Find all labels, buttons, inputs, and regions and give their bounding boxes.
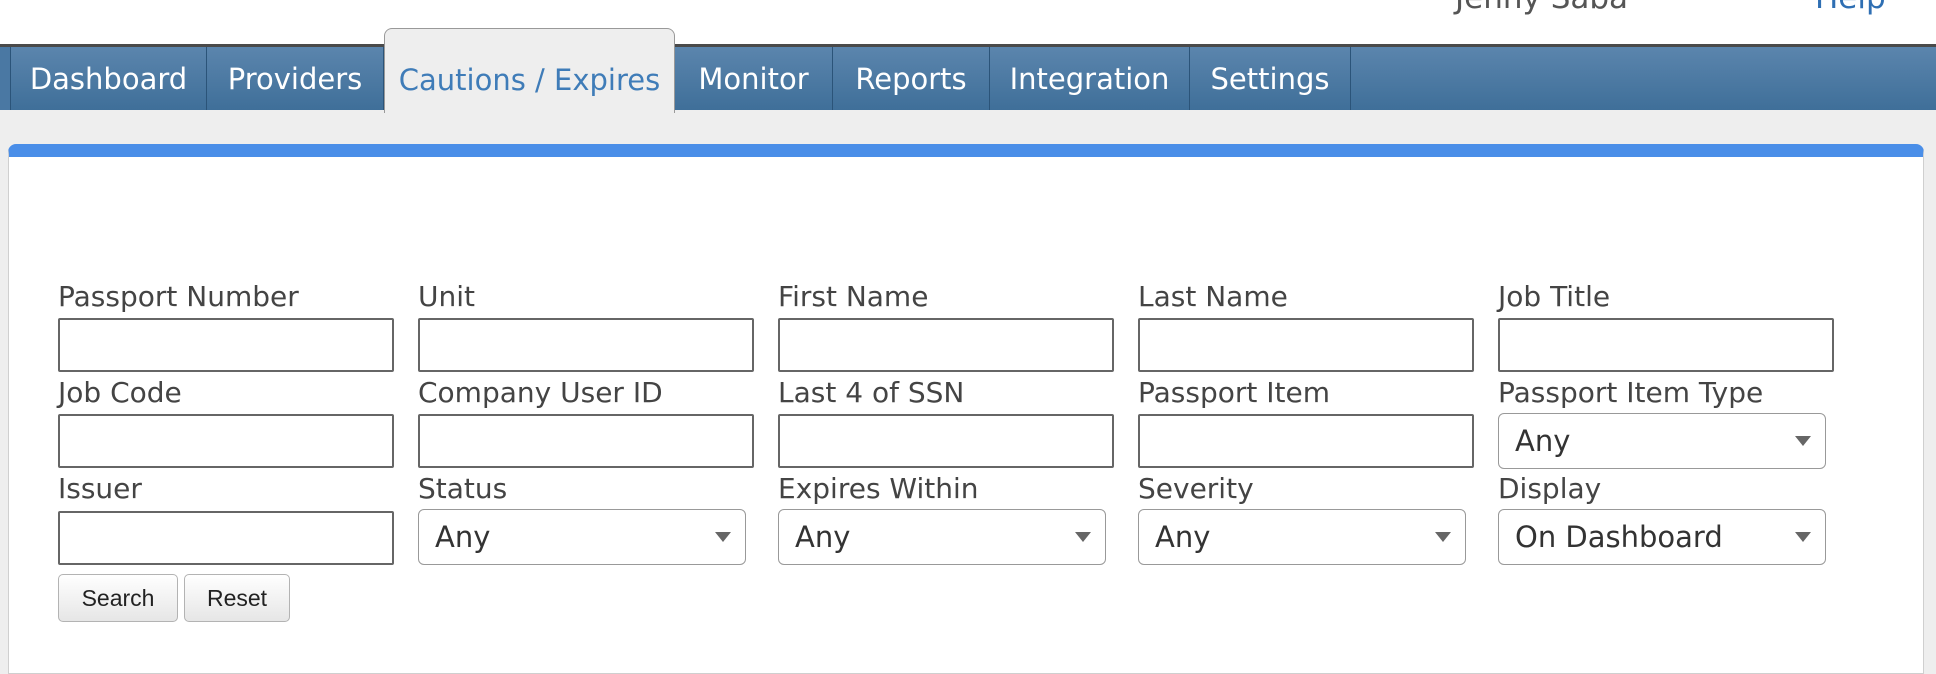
status-select[interactable]: Any: [418, 509, 746, 565]
search-button[interactable]: Search: [58, 574, 178, 622]
job-code-input[interactable]: [58, 414, 394, 468]
company-user-id-input[interactable]: [418, 414, 754, 468]
job-code-label: Job Code: [58, 376, 182, 409]
nav-left-edge: [0, 47, 11, 110]
first-name-input[interactable]: [778, 318, 1114, 372]
search-panel: [8, 144, 1924, 674]
unit-label: Unit: [418, 280, 475, 313]
job-title-label: Job Title: [1498, 280, 1611, 313]
expires-within-value: Any: [795, 520, 851, 554]
last4-ssn-label: Last 4 of SSN: [778, 376, 965, 409]
tab-settings[interactable]: Settings: [1190, 47, 1351, 110]
last-name-label: Last Name: [1138, 280, 1288, 313]
display-label: Display: [1498, 472, 1602, 505]
passport-item-type-select[interactable]: Any: [1498, 413, 1826, 469]
display-select[interactable]: On Dashboard: [1498, 509, 1826, 565]
reset-button[interactable]: Reset: [184, 574, 290, 622]
status-label: Status: [418, 472, 508, 505]
first-name-label: First Name: [778, 280, 929, 313]
tab-monitor[interactable]: Monitor: [675, 47, 833, 110]
expires-within-label: Expires Within: [778, 472, 979, 505]
chevron-down-icon: [1075, 532, 1091, 542]
chevron-down-icon: [1795, 436, 1811, 446]
chevron-down-icon: [715, 532, 731, 542]
main-navigation: Dashboard Providers Cautions / Expires M…: [0, 28, 1936, 113]
job-title-input[interactable]: [1498, 318, 1834, 372]
severity-select[interactable]: Any: [1138, 509, 1466, 565]
tab-dashboard[interactable]: Dashboard: [11, 47, 207, 110]
passport-number-input[interactable]: [58, 318, 394, 372]
tab-integration[interactable]: Integration: [990, 47, 1190, 110]
company-user-id-label: Company User ID: [418, 376, 663, 409]
passport-item-type-value: Any: [1515, 424, 1571, 458]
expires-within-select[interactable]: Any: [778, 509, 1106, 565]
last-name-input[interactable]: [1138, 318, 1474, 372]
help-link[interactable]: Help: [1815, 0, 1886, 16]
tab-providers[interactable]: Providers: [207, 47, 384, 110]
passport-item-input[interactable]: [1138, 414, 1474, 468]
severity-label: Severity: [1138, 472, 1254, 505]
user-name[interactable]: Jenny Saba: [1455, 0, 1628, 16]
tab-reports[interactable]: Reports: [833, 47, 990, 110]
passport-number-label: Passport Number: [58, 280, 299, 313]
chevron-down-icon: [1795, 532, 1811, 542]
unit-input[interactable]: [418, 318, 754, 372]
top-header: Jenny Saba Help: [0, 0, 1936, 44]
severity-value: Any: [1155, 520, 1211, 554]
chevron-down-icon: [1435, 532, 1451, 542]
last4-ssn-input[interactable]: [778, 414, 1114, 468]
display-value: On Dashboard: [1515, 520, 1723, 554]
passport-item-label: Passport Item: [1138, 376, 1330, 409]
status-value: Any: [435, 520, 491, 554]
issuer-input[interactable]: [58, 511, 394, 565]
passport-item-type-label: Passport Item Type: [1498, 376, 1764, 409]
tab-cautions-expires[interactable]: Cautions / Expires: [384, 28, 675, 113]
issuer-label: Issuer: [58, 472, 142, 505]
